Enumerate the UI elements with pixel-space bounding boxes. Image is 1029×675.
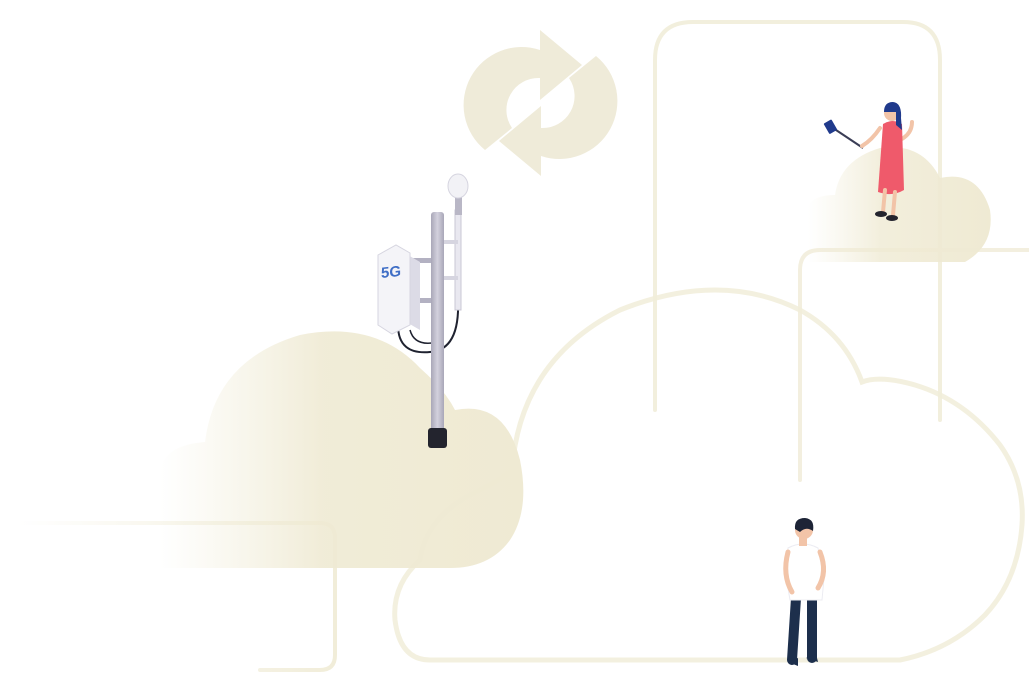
pole-base (428, 428, 447, 448)
woman-shoe (886, 215, 898, 221)
dome-antenna (447, 173, 469, 199)
antenna-box-front (377, 244, 411, 335)
phone-icon (823, 119, 837, 134)
woman-shoe (875, 211, 887, 217)
man-standing (783, 518, 826, 666)
rear-pole (454, 209, 462, 311)
tower-cloud (160, 331, 524, 568)
antenna-cable (409, 329, 433, 344)
antenna-label: 5G (381, 263, 401, 282)
sync-icon (463, 30, 618, 176)
man-legs (787, 593, 817, 665)
selfie-stick (832, 127, 864, 149)
network-illustration: 5G (16, 20, 1029, 672)
phone-outline-small (798, 248, 1029, 482)
woman-dress (878, 121, 904, 195)
main-pole (431, 212, 444, 434)
background-outlines (16, 20, 1029, 672)
woman-arm (860, 126, 882, 148)
